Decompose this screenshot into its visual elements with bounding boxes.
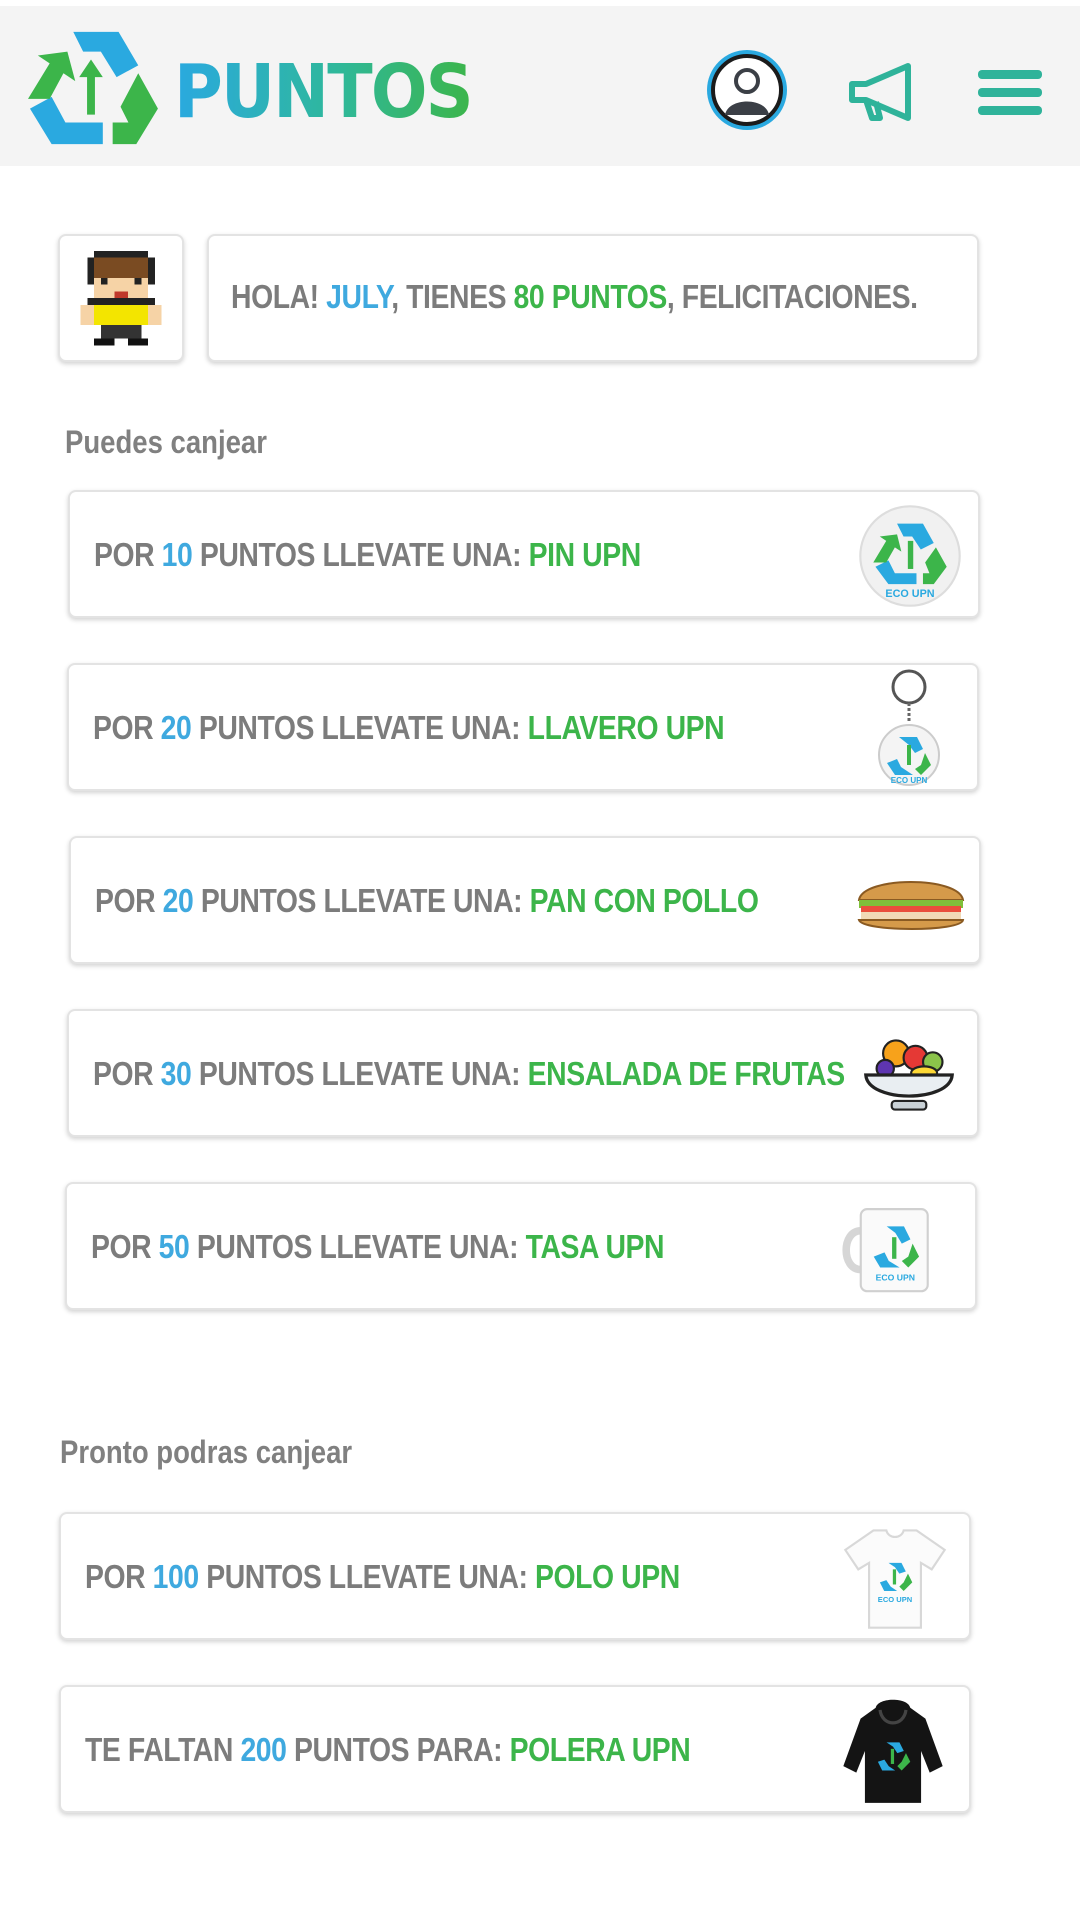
reward-points: 50	[158, 1228, 190, 1265]
reward-points: 200	[240, 1731, 287, 1768]
reward-mid: PUNTOS LLEVATE UNA:	[191, 1055, 528, 1092]
reward-mid: PUNTOS LLEVATE UNA:	[192, 536, 529, 573]
svg-text:ECO UPN: ECO UPN	[891, 776, 928, 785]
user-name: JULY	[326, 278, 392, 315]
reward-item: PAN CON POLLO	[529, 882, 759, 919]
reward-mid: PUNTOS LLEVATE UNA:	[189, 1228, 526, 1265]
section-title-upcoming: Pronto podras canjear	[60, 1434, 353, 1470]
greeting-mid: , TIENES	[391, 278, 514, 315]
top-bar: PUNTOS	[0, 6, 1080, 166]
reward-points: 10	[161, 536, 193, 573]
reward-text: TE FALTAN 200 PUNTOS PARA: POLERA UPN	[85, 1731, 691, 1769]
reward-card[interactable]: POR 10 PUNTOS LLEVATE UNA: PIN UPN ECO U…	[68, 490, 980, 618]
fruit-salad-icon	[864, 1039, 954, 1111]
reward-prefix: POR	[95, 882, 163, 919]
megaphone-icon[interactable]	[846, 60, 922, 124]
reward-item: POLO UPN	[535, 1558, 680, 1595]
greeting-text: HOLA! JULY, TIENES 80 PUNTOS, FELICITACI…	[231, 278, 918, 316]
app-brand-title: PUNTOS	[174, 49, 474, 135]
section-title-redeemable: Puedes canjear	[65, 424, 267, 460]
reward-text: POR 30 PUNTOS LLEVATE UNA: ENSALADA DE F…	[93, 1055, 845, 1093]
reward-mid: PUNTOS LLEVATE UNA:	[193, 882, 530, 919]
hamburger-menu-icon[interactable]	[976, 66, 1044, 120]
reward-points: 20	[162, 882, 194, 919]
reward-mid: PUNTOS PARA:	[286, 1731, 510, 1768]
upcoming-reward-card[interactable]: TE FALTAN 200 PUNTOS PARA: POLERA UPN	[59, 1685, 971, 1813]
reward-prefix: POR	[94, 536, 162, 573]
eco-upn-hoodie-icon	[843, 1699, 943, 1803]
eco-upn-keychain-icon: ECO UPN	[878, 669, 940, 786]
svg-text:ECO UPN: ECO UPN	[878, 1595, 912, 1604]
reward-item: POLERA UPN	[509, 1731, 691, 1768]
reward-card[interactable]: POR 30 PUNTOS LLEVATE UNA: ENSALADA DE F…	[67, 1009, 979, 1137]
reward-text: POR 100 PUNTOS LLEVATE UNA: POLO UPN	[85, 1558, 680, 1596]
reward-mid: PUNTOS LLEVATE UNA:	[191, 709, 528, 746]
user-points: 80 PUNTOS	[513, 278, 668, 315]
avatar-card[interactable]	[58, 234, 184, 362]
sandwich-icon	[857, 881, 965, 930]
reward-text: POR 20 PUNTOS LLEVATE UNA: PAN CON POLLO	[95, 882, 759, 920]
eco-upn-mug-icon: ECO UPN	[842, 1208, 929, 1293]
reward-prefix: POR	[93, 709, 161, 746]
reward-item: TASA UPN	[525, 1228, 665, 1265]
reward-prefix: POR	[93, 1055, 161, 1092]
upcoming-reward-card[interactable]: POR 100 PUNTOS LLEVATE UNA: POLO UPN ECO…	[59, 1512, 971, 1640]
reward-prefix: POR	[91, 1228, 159, 1265]
reward-points: 20	[160, 709, 192, 746]
reward-item: LLAVERO UPN	[527, 709, 725, 746]
reward-text: POR 10 PUNTOS LLEVATE UNA: PIN UPN	[94, 536, 641, 574]
reward-item: PIN UPN	[528, 536, 642, 573]
reward-prefix: TE FALTAN	[85, 1731, 241, 1768]
reward-prefix: POR	[85, 1558, 153, 1595]
pixel-avatar-icon	[80, 250, 162, 346]
reward-points: 30	[160, 1055, 192, 1092]
reward-item: ENSALADA DE FRUTAS	[527, 1055, 845, 1092]
eco-upn-tshirt-icon: ECO UPN	[843, 1529, 947, 1629]
reward-card[interactable]: POR 50 PUNTOS LLEVATE UNA: TASA UPN ECO …	[65, 1182, 977, 1310]
svg-text:ECO UPN: ECO UPN	[876, 1272, 915, 1282]
recycle-logo-icon[interactable]	[22, 24, 160, 150]
eco-upn-pin-icon: ECO UPN	[859, 505, 961, 607]
reward-card[interactable]: POR 20 PUNTOS LLEVATE UNA: LLAVERO UPN E…	[67, 663, 979, 791]
reward-text: POR 20 PUNTOS LLEVATE UNA: LLAVERO UPN	[93, 709, 725, 747]
svg-text:ECO UPN: ECO UPN	[885, 588, 934, 600]
reward-card[interactable]: POR 20 PUNTOS LLEVATE UNA: PAN CON POLLO	[69, 836, 981, 964]
greeting-card: HOLA! JULY, TIENES 80 PUNTOS, FELICITACI…	[207, 234, 979, 362]
reward-mid: PUNTOS LLEVATE UNA:	[198, 1558, 536, 1595]
greeting-end: , FELICITACIONES.	[666, 278, 918, 315]
reward-points: 100	[152, 1558, 199, 1595]
user-profile-icon[interactable]	[704, 47, 790, 133]
greeting-hello: HOLA!	[231, 278, 327, 315]
reward-text: POR 50 PUNTOS LLEVATE UNA: TASA UPN	[91, 1228, 665, 1266]
